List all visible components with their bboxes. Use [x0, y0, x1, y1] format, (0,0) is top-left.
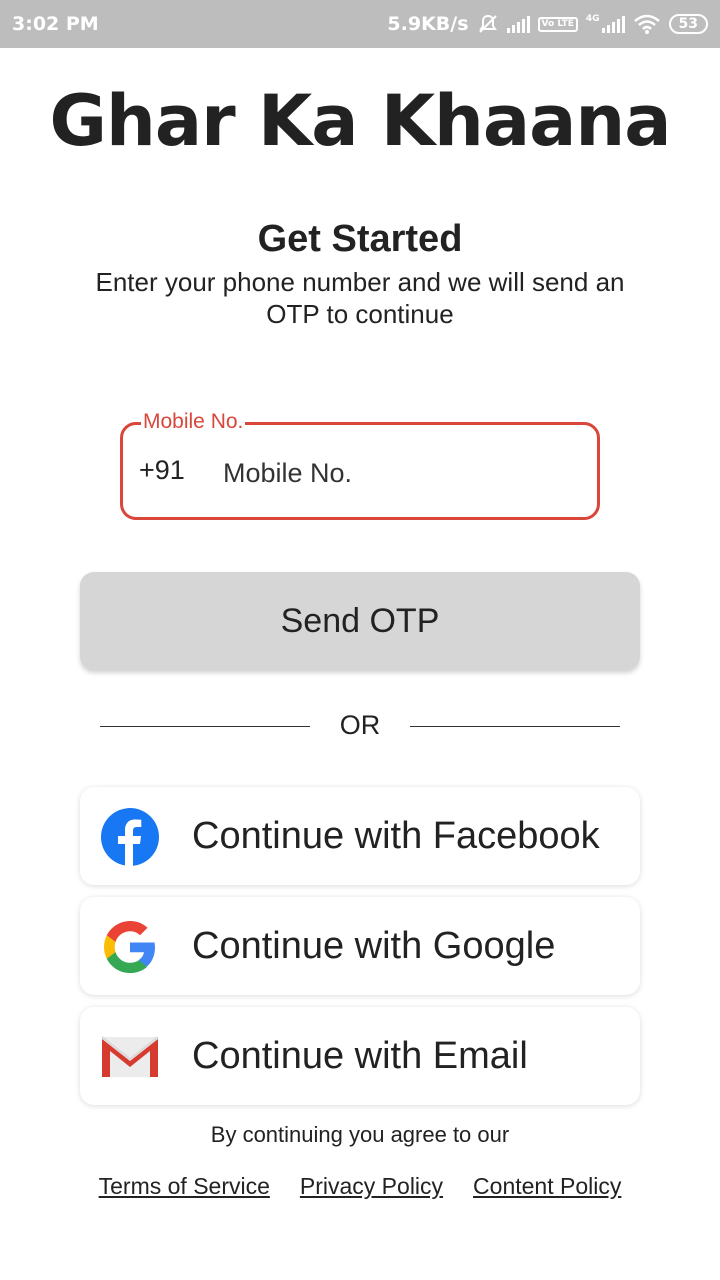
status-time: 3:02 PM: [12, 13, 99, 35]
net-speed: 5.9KB/s: [387, 13, 469, 35]
email-button-label: Continue with Email: [192, 1035, 528, 1077]
gmail-icon: [101, 1036, 159, 1077]
mobile-field[interactable]: Mobile No. +91: [120, 410, 600, 520]
agree-text: By continuing you agree to our: [210, 1122, 510, 1147]
page-title: Get Started: [257, 218, 463, 260]
content-policy-link[interactable]: Content Policy: [473, 1173, 621, 1200]
privacy-policy-link[interactable]: Privacy Policy: [300, 1173, 443, 1200]
facebook-icon: [101, 808, 159, 867]
mobile-field-label: Mobile No.: [141, 410, 246, 434]
google-button-label: Continue with Google: [192, 925, 556, 967]
continue-email-button[interactable]: Continue with Email: [80, 1007, 640, 1105]
wifi-icon: [633, 14, 660, 34]
divider-right: [410, 726, 620, 727]
continue-google-button[interactable]: Continue with Google: [80, 897, 640, 995]
volte-icon: Vo LTE: [537, 16, 578, 32]
mute-icon: [478, 14, 497, 33]
signal-4g-icon: 4G: [586, 15, 625, 33]
facebook-button-label: Continue with Facebook: [192, 815, 600, 857]
legal-links: Terms of Service Privacy Policy Content …: [0, 1173, 720, 1200]
network-type: 4G: [585, 14, 600, 24]
status-bar: 3:02 PM 5.9KB/s Vo LTE 4G 53: [0, 0, 720, 48]
battery-icon: 53: [668, 14, 708, 34]
country-code-prefix: +91: [139, 455, 185, 485]
terms-of-service-link[interactable]: Terms of Service: [99, 1173, 270, 1200]
page-subtitle: Enter your phone number and we will send…: [95, 267, 625, 329]
send-otp-button[interactable]: Send OTP: [80, 572, 640, 670]
status-icons: 5.9KB/s Vo LTE 4G 53: [387, 13, 708, 35]
google-icon: [104, 921, 155, 973]
app-logo: Ghar Ka Khaana: [49, 80, 672, 162]
mobile-input[interactable]: [223, 455, 583, 491]
continue-facebook-button[interactable]: Continue with Facebook: [80, 787, 640, 885]
signal-icon: [506, 15, 530, 33]
